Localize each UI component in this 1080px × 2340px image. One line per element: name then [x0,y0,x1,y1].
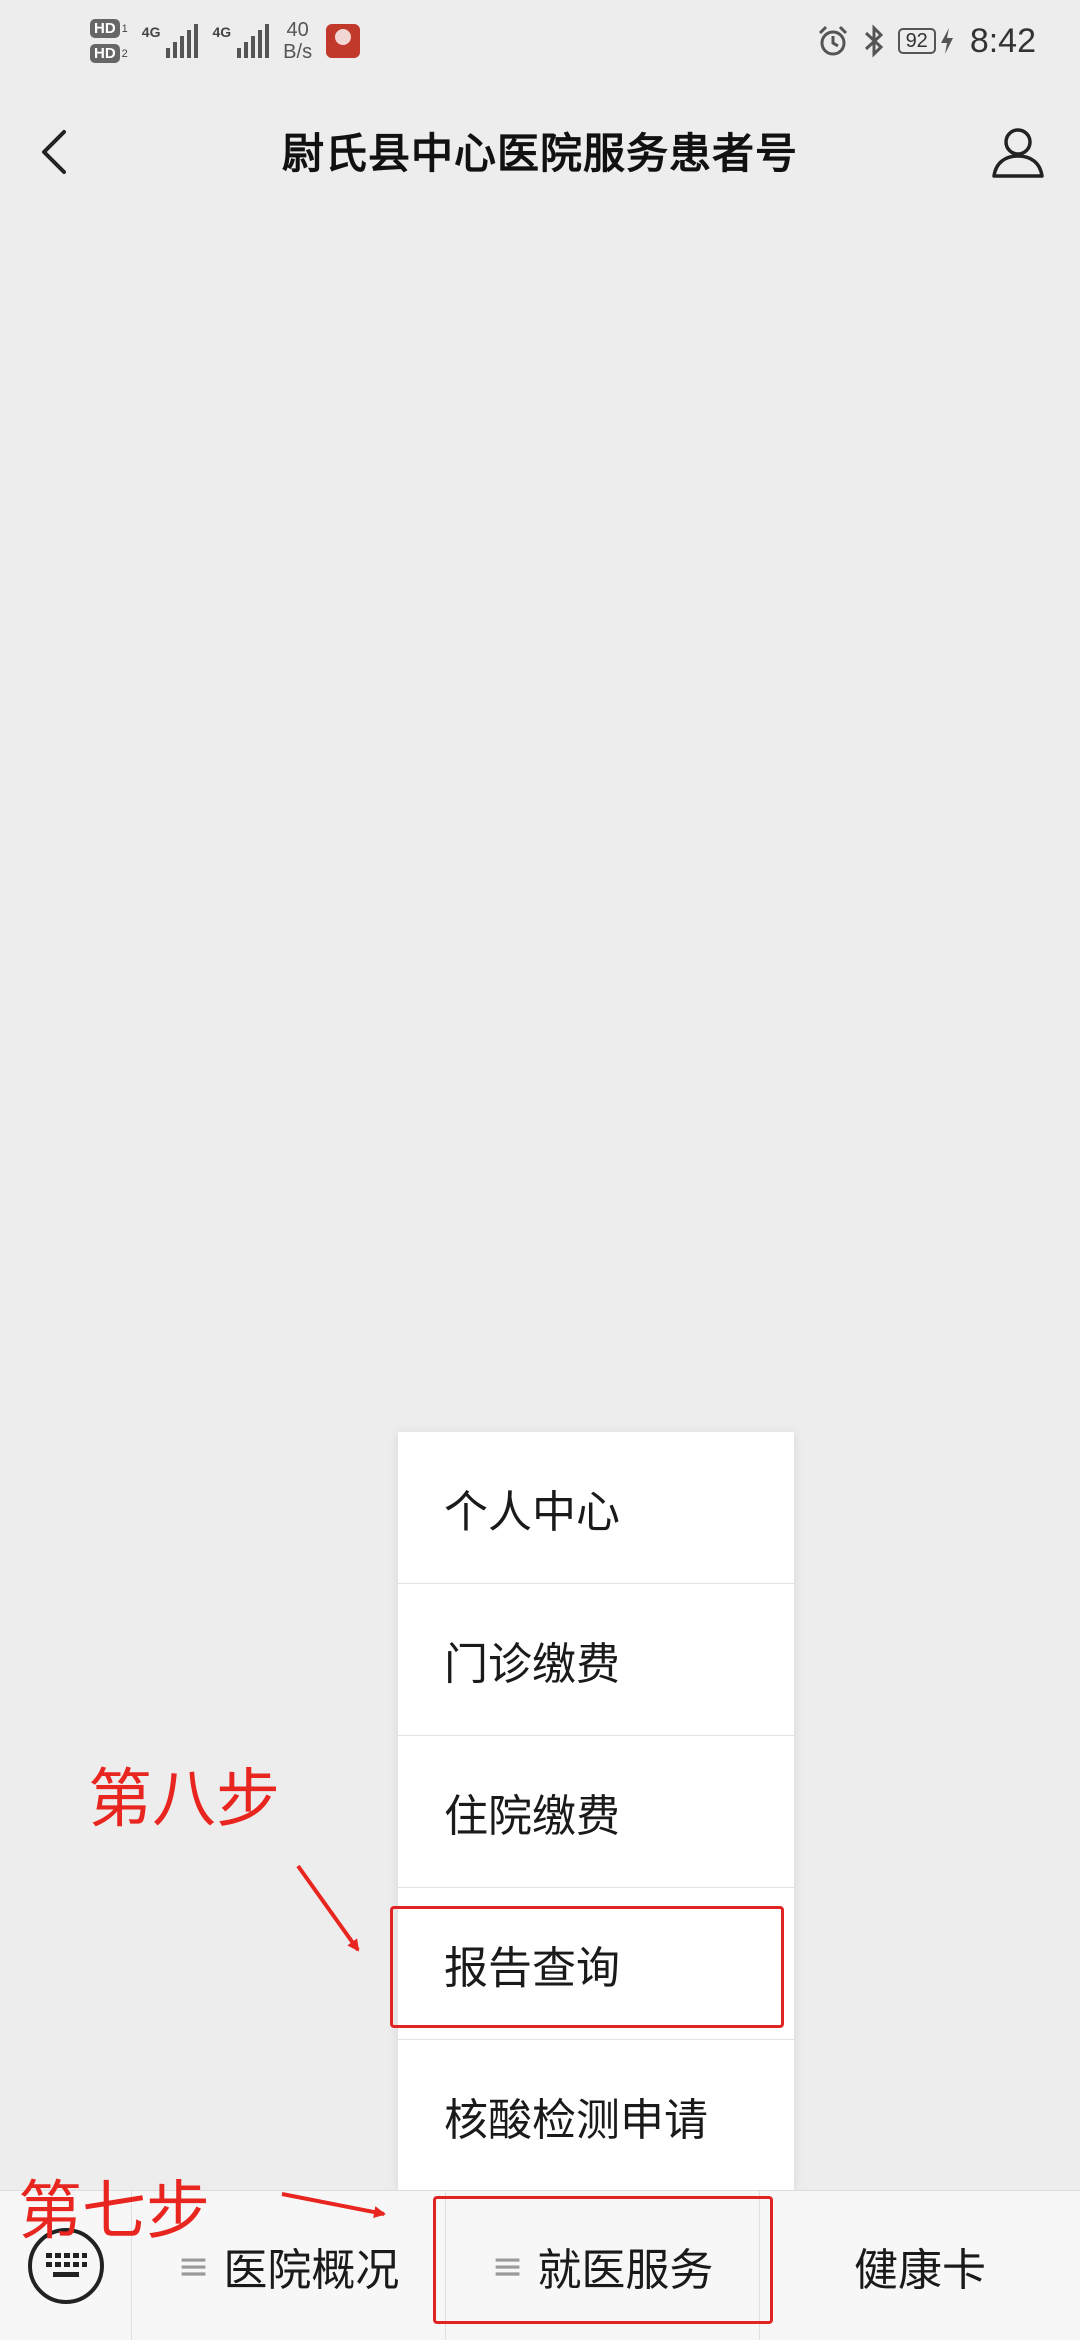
menu-tab-label: 医院概况 [223,2244,400,2296]
hd-sim-number: 2 [121,47,128,60]
charging-icon [940,28,953,54]
annotation-box-medical-services [433,2196,773,2324]
profile-icon[interactable] [986,120,1050,184]
hd-badge-1: HD 1 [90,19,128,38]
status-time: 8:42 [969,21,1036,60]
network-type-1: 4G [141,24,161,40]
battery-level: 92 [897,28,936,54]
annotation-step-7: 第七步 [18,2175,210,2249]
network-type-2: 4G [212,24,232,40]
alarm-icon [818,25,847,56]
nav-bar: 尉氏县中心医院服务患者号 [0,82,1080,218]
hd-label: HD [90,44,120,63]
submenu-item-nucleic-acid-test[interactable]: 核酸检测申请 [398,2040,794,2192]
submenu-item-outpatient-payment[interactable]: 门诊缴费 [398,1584,794,1736]
hd-sim-number: 1 [121,22,128,35]
signal-icon: 4G [212,24,270,58]
network-speed-unit: B/s [283,41,313,63]
battery-indicator: 92 [897,28,954,54]
annotation-arrow-step-8 [296,1864,360,1952]
bluetooth-icon [864,24,883,58]
menu-tab-label: 健康卡 [854,2244,986,2296]
status-left: HD 1 HD 2 4G 4G 40 B/s [90,19,361,63]
annotation-step-8: 第八步 [88,1763,280,1837]
status-bar: HD 1 HD 2 4G 4G 40 B/s 92 8:42 [0,0,1080,82]
submenu-popup: 个人中心 门诊缴费 住院缴费 报告查询 核酸检测申请 [398,1432,794,2190]
hd-indicators: HD 1 HD 2 [90,19,128,63]
hd-badge-2: HD 2 [90,44,128,63]
signal-icon: 4G [142,24,199,58]
annotation-box-report-query [390,1906,784,2028]
app-notification-icon [326,24,361,58]
back-arrow-icon[interactable] [30,122,80,182]
network-speed: 40 B/s [283,19,312,63]
page-title: 尉氏县中心医院服务患者号 [281,128,798,178]
network-speed-value: 40 [286,19,309,41]
status-right: 92 8:42 [816,22,1036,61]
hd-label: HD [90,19,120,38]
submenu-item-inpatient-payment[interactable]: 住院缴费 [398,1736,794,1888]
submenu-item-personal-center[interactable]: 个人中心 [398,1432,794,1584]
menu-tab-health-card[interactable]: 健康卡 [760,2191,1080,2340]
